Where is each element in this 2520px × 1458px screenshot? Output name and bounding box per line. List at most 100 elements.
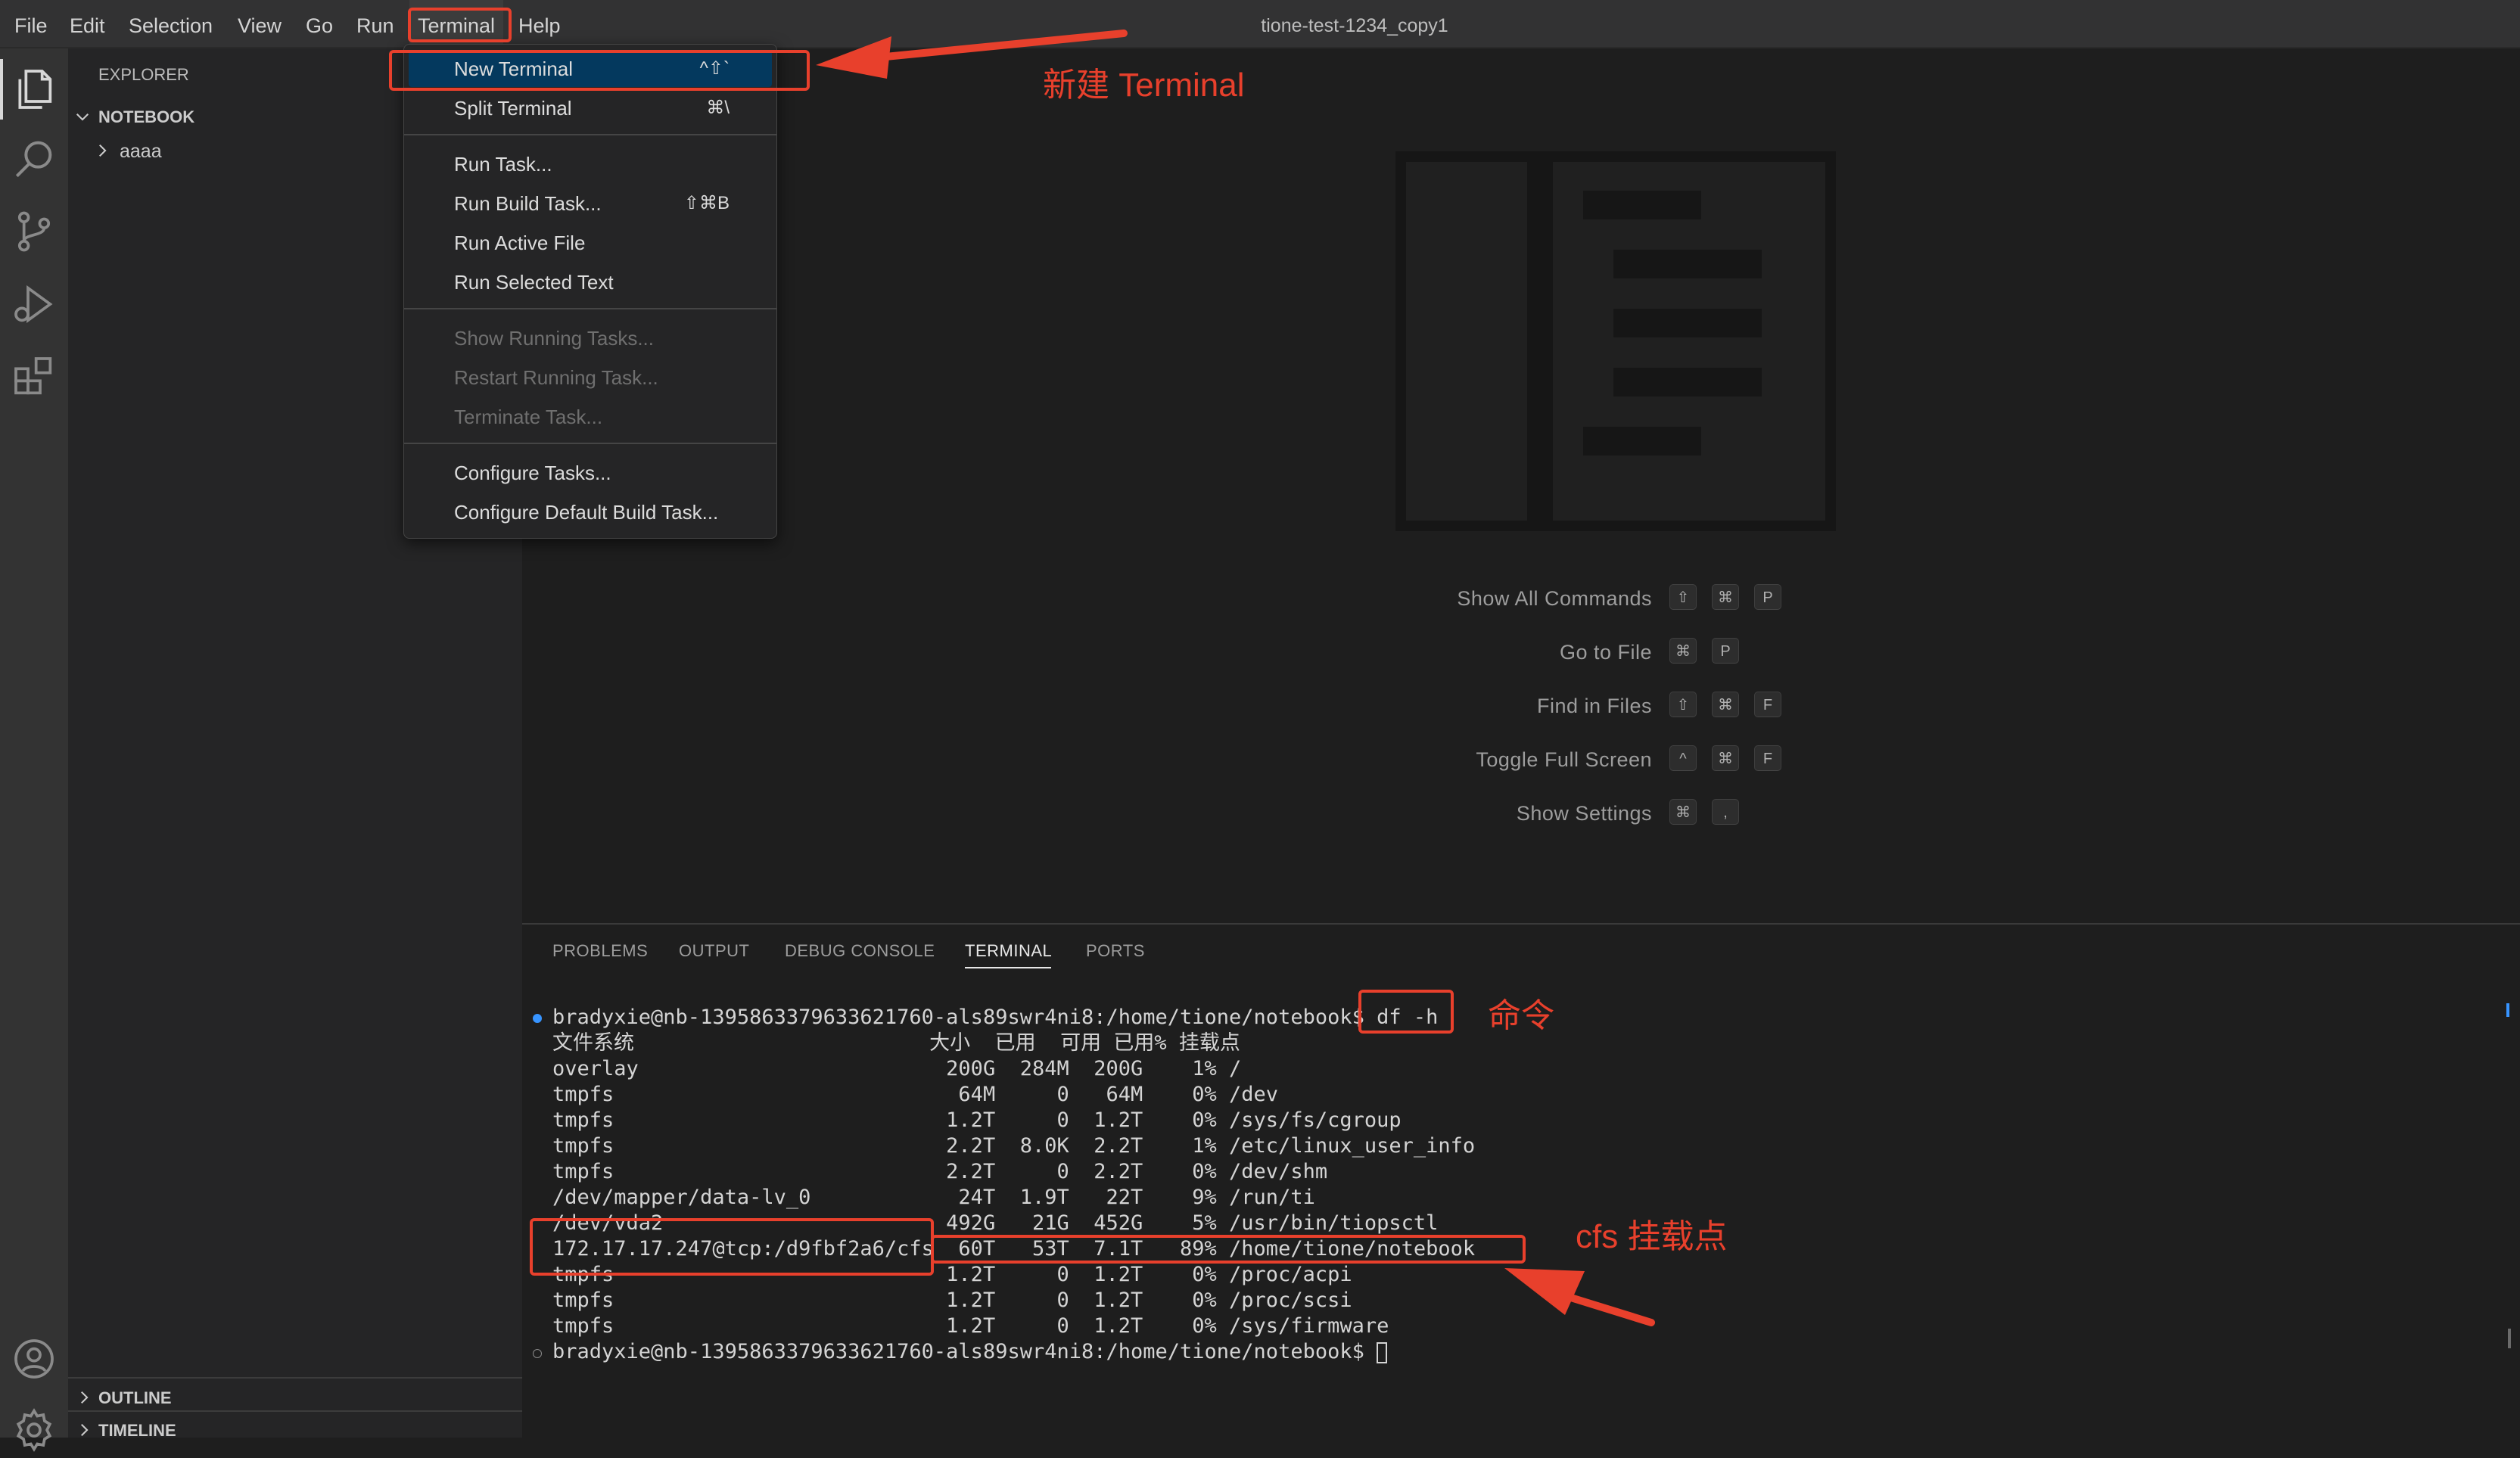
tab-problems[interactable]: PROBLEMS [552, 941, 648, 961]
menubar: File Edit Selection View Go Run Terminal… [0, 0, 2520, 48]
account-icon[interactable] [10, 1335, 58, 1383]
annotation-box-new-terminal [389, 50, 810, 91]
chevron-down-icon[interactable] [73, 107, 92, 126]
menu-item-label: Show Running Tasks... [454, 327, 654, 350]
terminal-line: tmpfs 64M 0 64M 0% /dev [552, 1083, 1279, 1106]
menu-help[interactable]: Help [510, 0, 569, 48]
sidebar-section-notebook[interactable]: NOTEBOOK [98, 107, 194, 127]
menu-item-label: Run Active File [454, 232, 586, 254]
terminal-line: 文件系统 大小 已用 可用 已用% 挂载点 [552, 1031, 1240, 1055]
terminal-line: tmpfs 2.2T 0 2.2T 0% /dev/shm [552, 1160, 1328, 1183]
menu-item-label: Run Task... [454, 153, 552, 176]
scrollbar-marker [2506, 1003, 2509, 1017]
kbd-key: ⇧ [1669, 584, 1697, 610]
kbd-key: P [1712, 638, 1739, 664]
menu-item-split-terminal[interactable]: Split Terminal ⌘\ [409, 90, 772, 126]
menu-item-configure-tasks[interactable]: Configure Tasks... [409, 455, 772, 491]
menu-edit[interactable]: Edit [61, 0, 114, 48]
annotation-box-cfs-source [530, 1218, 934, 1276]
tab-debug-console[interactable]: DEBUG CONSOLE [785, 941, 935, 961]
chevron-right-icon[interactable] [74, 1388, 94, 1407]
menu-item-run-active-file[interactable]: Run Active File [409, 225, 772, 261]
chevron-right-icon[interactable] [74, 1420, 94, 1440]
menu-item-run-selected-text[interactable]: Run Selected Text [409, 264, 772, 300]
command-decoration-icon [533, 1349, 542, 1358]
terminal-line: bradyxie@nb-1395863379633621760-als89swr… [552, 1339, 1388, 1365]
kbd-key: ⌘ [1712, 584, 1739, 610]
menu-item-configure-default-build-task[interactable]: Configure Default Build Task... [409, 494, 772, 530]
menu-go[interactable]: Go [297, 0, 341, 48]
scrollbar-thumb[interactable] [2508, 1329, 2511, 1348]
cmd-toggle-full-screen: Toggle Full Screen [1476, 748, 1652, 771]
search-icon[interactable] [10, 135, 58, 183]
terminal-prompt: bradyxie@nb-1395863379633621760-als89swr… [552, 1340, 1377, 1363]
menu-item-run-task[interactable]: Run Task... [409, 146, 772, 182]
kbd-key: ^ [1669, 745, 1697, 771]
terminal-line: /dev/mapper/data-lv_0 24T 1.9T 22T 9% /r… [552, 1186, 1315, 1209]
chevron-right-icon[interactable] [92, 141, 112, 160]
menu-item-shortcut: ⇧⌘B [683, 193, 730, 213]
menu-item-label: Configure Tasks... [454, 462, 611, 484]
menu-item-label: Run Build Task... [454, 192, 602, 215]
menu-item-label: Configure Default Build Task... [454, 501, 719, 524]
activity-bar [0, 48, 68, 1452]
settings-gear-icon[interactable] [10, 1406, 58, 1454]
menu-item-label: Run Selected Text [454, 271, 614, 294]
divider [68, 1377, 522, 1379]
annotation-box-cfs-mount [931, 1235, 1526, 1264]
sidebar-section-timeline[interactable]: TIMELINE [98, 1421, 176, 1441]
active-indicator [0, 59, 3, 120]
cmd-show-settings: Show Settings [1516, 802, 1652, 825]
terminal-line: bradyxie@nb-1395863379633621760-als89swr… [552, 1005, 1438, 1031]
menu-selection[interactable]: Selection [120, 0, 221, 48]
menu-item-label: Split Terminal [454, 97, 572, 120]
tree-item-aaaa[interactable]: aaaa [120, 141, 162, 163]
extensions-icon[interactable] [10, 353, 58, 401]
tab-terminal[interactable]: TERMINAL [965, 941, 1052, 961]
run-debug-icon[interactable] [10, 280, 58, 328]
vscode-letterpress-icon [1395, 151, 1836, 531]
annotation-box-command [1358, 990, 1454, 1034]
terminal-cursor [1377, 1341, 1388, 1363]
cmd-show-all-commands: Show All Commands [1457, 587, 1652, 610]
menu-run[interactable]: Run [348, 0, 403, 48]
annotation-label-new-terminal: 新建 Terminal [1043, 67, 1245, 104]
sidebar-section-outline[interactable]: OUTLINE [98, 1388, 172, 1408]
tab-output[interactable]: OUTPUT [679, 941, 749, 961]
cmd-find-in-files: Find in Files [1536, 695, 1652, 717]
menu-item-restart-running-task: Restart Running Task... [409, 359, 772, 396]
annotation-label-cfs-mount: cfs 挂载点 [1576, 1218, 1728, 1255]
command-decoration-icon [533, 1014, 542, 1023]
kbd-key: ⌘ [1669, 638, 1697, 664]
divider [68, 1410, 522, 1412]
active-tab-underline [965, 967, 1051, 968]
terminal-prompt: bradyxie@nb-1395863379633621760-als89swr… [552, 1006, 1377, 1029]
terminal-line: tmpfs 2.2T 8.0K 2.2T 1% /etc/linux_user_… [552, 1134, 1476, 1158]
annotation-box-terminal-menu [408, 8, 512, 42]
source-control-icon[interactable] [10, 207, 58, 256]
menu-item-run-build-task[interactable]: Run Build Task... ⇧⌘B [409, 185, 772, 222]
kbd-key: F [1754, 745, 1781, 771]
window-title: tione-test-1234_copy1 [1261, 15, 1448, 36]
cmd-go-to-file: Go to File [1559, 641, 1652, 664]
menu-item-show-running-tasks: Show Running Tasks... [409, 320, 772, 356]
annotation-label-command: 命令 [1488, 997, 1554, 1034]
terminal-line: overlay 200G 284M 200G 1% / [552, 1057, 1242, 1080]
kbd-key: , [1712, 799, 1739, 825]
menu-separator [404, 134, 776, 135]
terminal-dropdown-menu: New Terminal ^⇧` Split Terminal ⌘\ Run T… [403, 44, 777, 539]
menu-item-shortcut: ⌘\ [706, 98, 730, 118]
terminal-line: tmpfs 1.2T 0 1.2T 0% /sys/firmware [552, 1314, 1389, 1338]
kbd-key: ⇧ [1669, 692, 1697, 717]
terminal-line: tmpfs 1.2T 0 1.2T 0% /sys/fs/cgroup [552, 1108, 1402, 1132]
editor-area: Show All Commands ⇧ ⌘ P Go to File ⌘ P F… [522, 48, 2520, 923]
menu-item-terminate-task: Terminate Task... [409, 399, 772, 435]
kbd-key: F [1754, 692, 1781, 717]
explorer-icon[interactable] [10, 65, 58, 113]
kbd-key: ⌘ [1712, 692, 1739, 717]
tab-ports[interactable]: PORTS [1086, 941, 1145, 961]
kbd-key: ⌘ [1669, 799, 1697, 825]
menu-file[interactable]: File [6, 0, 56, 48]
menu-view[interactable]: View [229, 0, 290, 48]
menu-separator [404, 308, 776, 309]
